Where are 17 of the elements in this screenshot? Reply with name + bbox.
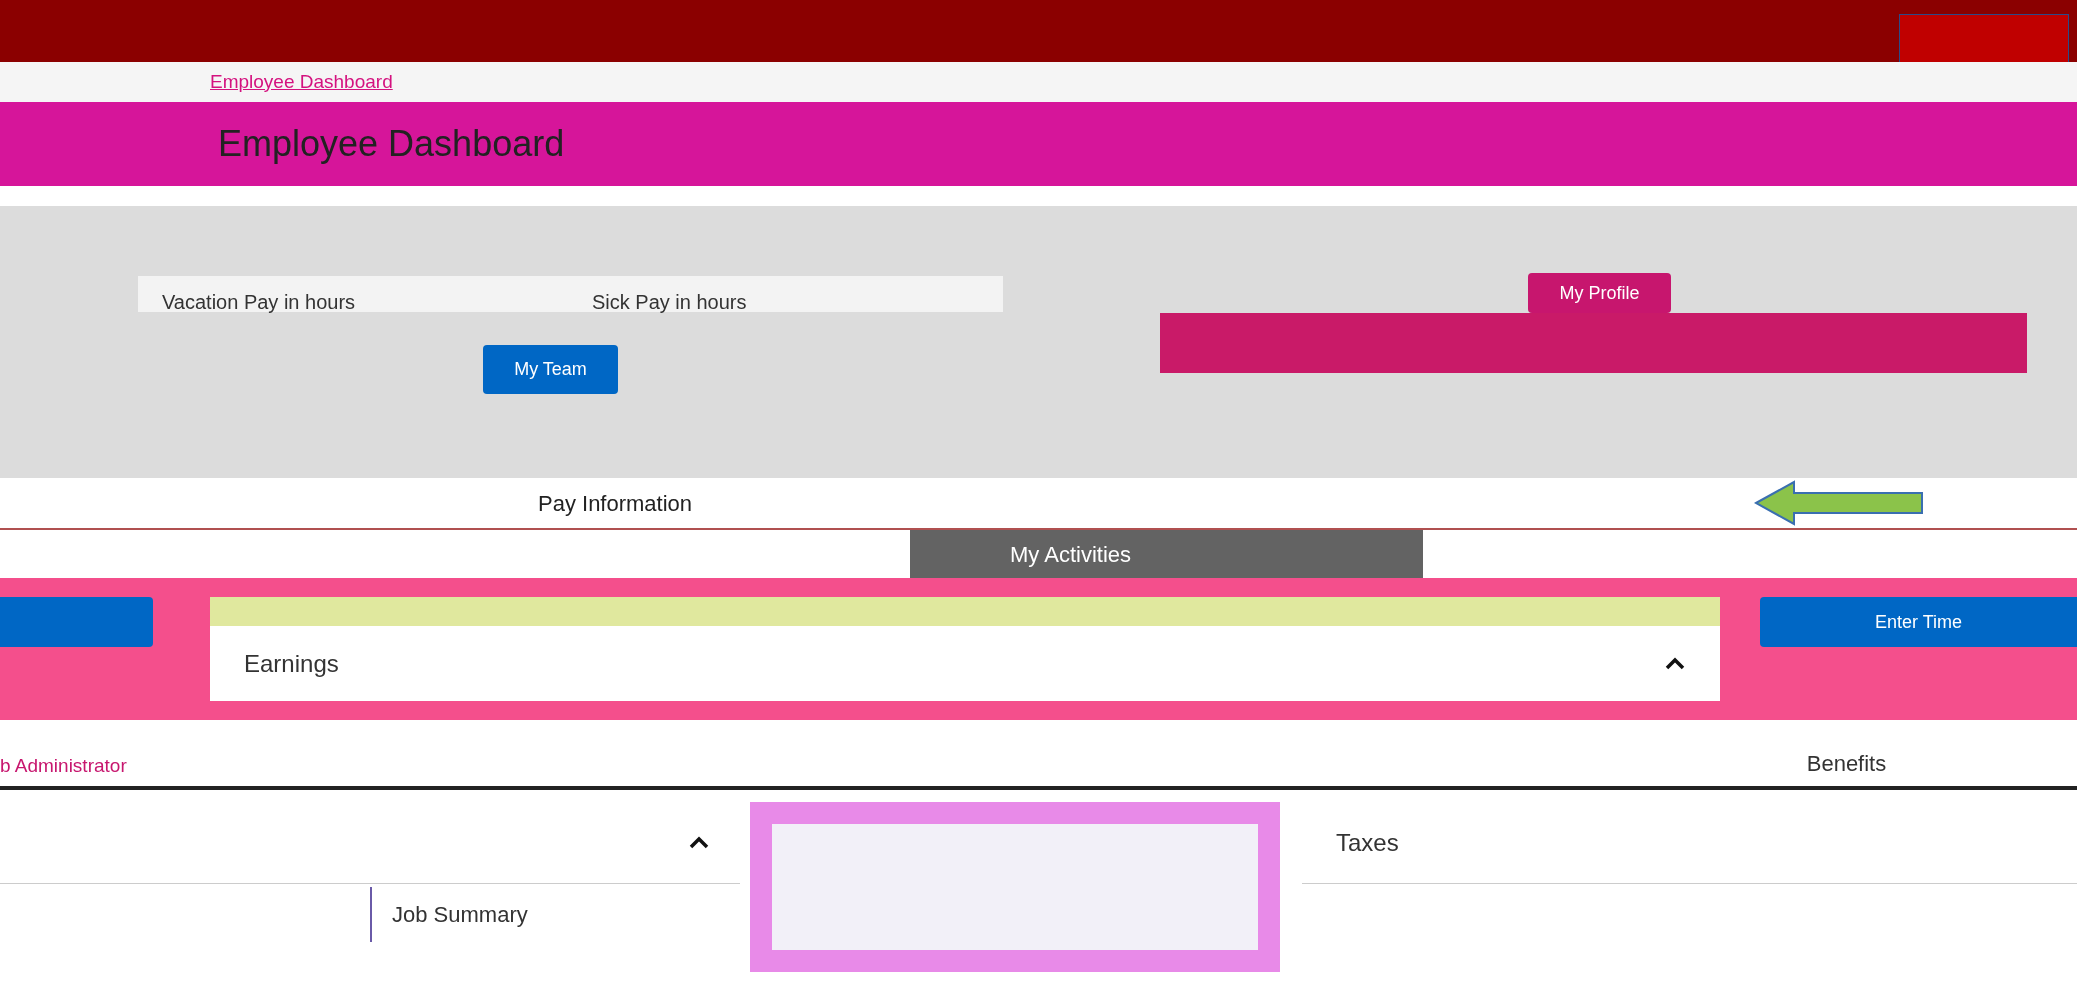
accordion-header[interactable]: Earnings	[210, 626, 1720, 701]
chevron-icon[interactable]	[1664, 656, 1686, 671]
accordion-title: Taxes	[1336, 827, 1399, 858]
enter-time-button[interactable]: Enter Time	[1760, 597, 2077, 647]
profile-button[interactable]: My Profile	[1528, 273, 1671, 313]
administrator-link[interactable]: b Administrator	[0, 751, 127, 780]
section-heading: Pay Information	[538, 489, 693, 518]
benefits-label: Benefits	[1806, 750, 1887, 778]
chevron-icon	[688, 835, 710, 850]
accordion-title: Job Summary	[392, 900, 528, 929]
balance-label: Vacation Pay in hours	[161, 292, 357, 312]
team-button[interactable]: My Team	[483, 345, 618, 394]
accordion-title: Earnings	[244, 648, 339, 679]
activities-label: My Activities	[1010, 540, 1132, 569]
page-title: Employee Dashboard	[218, 122, 565, 166]
balance-label: Sick Pay in hours	[591, 292, 748, 312]
breadcrumb-link[interactable]: Employee Dashboard	[210, 67, 393, 97]
